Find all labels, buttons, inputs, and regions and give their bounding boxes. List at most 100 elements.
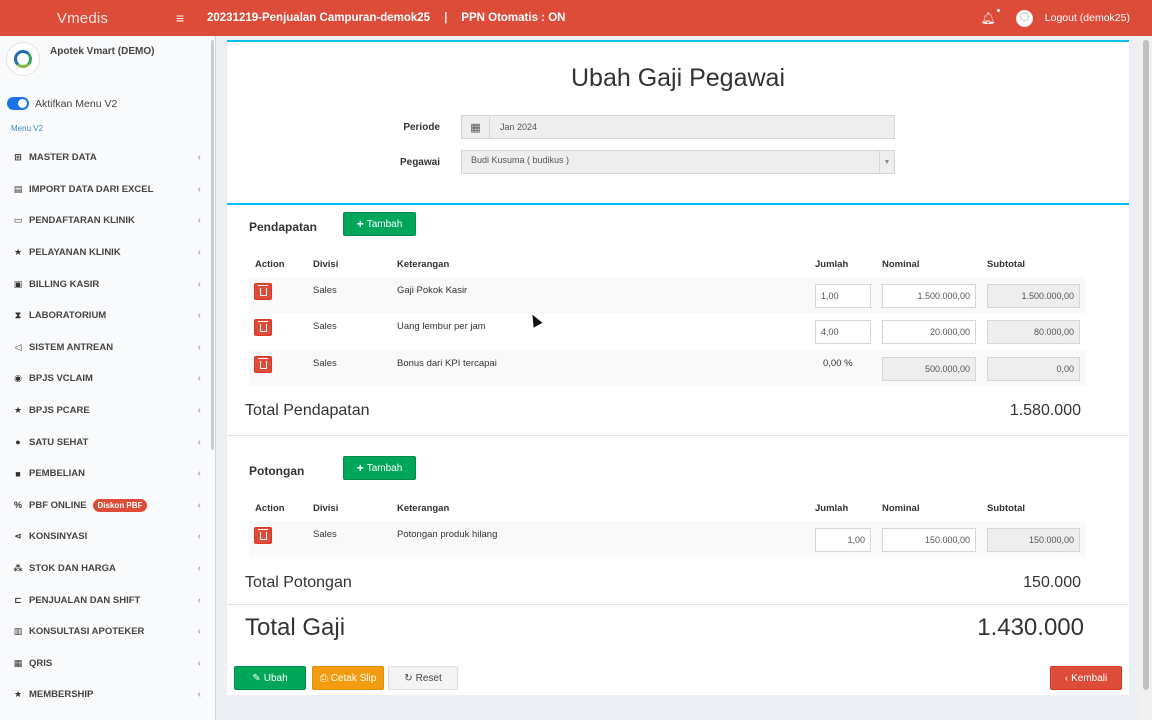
sidebar-item-pendaftaran-klinik[interactable]: ▭ PENDAFTARAN KLINIK ‹ <box>0 205 214 237</box>
periode-input[interactable]: ▦ Jan 2024 <box>461 115 895 139</box>
user-panel: Apotek Vmart (DEMO) <box>6 42 206 82</box>
jumlah-input[interactable]: 1,00 <box>815 284 871 308</box>
sidebar-item-qris[interactable]: ▦ QRIS ‹ <box>0 648 214 680</box>
total-potongan-label: Total Potongan <box>245 574 352 591</box>
sidebar-item-membership[interactable]: ★ MEMBERSHIP ‹ <box>0 679 214 711</box>
ubah-button[interactable]: ✎ Ubah <box>234 666 306 690</box>
sidebar-item-pembelian[interactable]: ■ PEMBELIAN ‹ <box>0 458 214 490</box>
chevron-left-icon: ‹ <box>197 689 201 701</box>
delete-button[interactable] <box>254 527 272 544</box>
subtotal-field: 1.500.000,00 <box>987 284 1080 308</box>
sidebar-item-label: QRIS <box>29 657 53 669</box>
sidebar-item-pbf-online[interactable]: % PBF ONLINE Diskon PBF ‹ <box>0 490 214 522</box>
refresh-icon: ↻ <box>404 672 413 684</box>
nominal-input[interactable]: 20.000,00 <box>882 320 976 344</box>
pegawai-select[interactable]: Budi Kusuma ( budikus ) ▼ <box>461 150 895 174</box>
sidebar-item-master-data[interactable]: ⊞ MASTER DATA ‹ <box>0 142 214 174</box>
percent-icon: % <box>13 500 22 511</box>
sidebar-item-bpjs-vclaim[interactable]: ◉ BPJS VCLAIM ‹ <box>0 363 214 395</box>
sidebar-item-bpjs-pcare[interactable]: ★ BPJS PCARE ‹ <box>0 395 214 427</box>
transaction-title: 20231219-Penjualan Campuran-demok25 | PPN … <box>207 12 565 24</box>
jumlah-input[interactable]: 1,00 <box>815 528 871 552</box>
sidebar-item-satu-sehat[interactable]: ● SATU SEHAT ‹ <box>0 426 214 458</box>
discount-badge: Diskon PBF <box>92 498 148 512</box>
avatar[interactable] <box>1015 9 1033 27</box>
store-name: Apotek Vmart (DEMO) <box>50 46 155 57</box>
delete-button[interactable] <box>254 283 272 300</box>
add-potongan-button[interactable]: + Tambah <box>343 456 416 480</box>
sidebar-item-label: PEMBELIAN <box>29 468 85 480</box>
col-nominal: Nominal <box>882 259 920 270</box>
periode-value: Jan 2024 <box>500 122 538 132</box>
pegawai-label: Pegawai <box>399 157 440 168</box>
plus-square-icon: ⊞ <box>14 152 22 163</box>
jumlah-input[interactable]: 4,00 <box>815 320 871 344</box>
total-potongan-row: Total Potongan 150.000 <box>245 574 1081 592</box>
chevron-left-icon: ‹ <box>197 373 201 385</box>
trash-icon <box>257 357 268 369</box>
nominal-input[interactable]: 1.500.000,00 <box>882 284 976 308</box>
delete-button[interactable] <box>254 319 272 336</box>
page-scrollbar[interactable] <box>1140 36 1152 720</box>
chevron-left-icon: ‹ <box>197 594 201 606</box>
file-excel-icon: ▤ <box>13 183 23 194</box>
col-jumlah: Jumlah <box>815 503 849 514</box>
chevron-left-icon: ‹ <box>197 152 201 164</box>
pegawai-row: Pegawai Budi Kusuma ( budikus ) ▼ <box>227 150 1129 176</box>
col-jumlah: Jumlah <box>815 259 849 270</box>
desktop-icon: ▭ <box>13 215 23 226</box>
logout-link[interactable]: Logout (demok25) <box>1045 12 1130 24</box>
cetak-slip-button[interactable]: ⎙ Cetak Slip <box>312 666 384 690</box>
kembali-button[interactable]: ‹ Kembali <box>1050 666 1122 690</box>
table-row: Sales Gaji Pokok Kasir 1,00 1.500.000,00… <box>249 277 1086 313</box>
star-icon: ★ <box>13 405 23 416</box>
caret-down-icon[interactable]: ▼ <box>879 151 894 173</box>
section-divider <box>227 604 1129 605</box>
sidebar-item-billing-kasir[interactable]: ▣ BILLING KASIR ‹ <box>0 268 214 300</box>
calendar-icon: ▦ <box>462 116 490 138</box>
sidebar-item-label: PENDAFTARAN KLINIK <box>29 215 135 227</box>
scrollbar-thumb[interactable] <box>1143 40 1149 690</box>
sidebar-item-pelayanan-klinik[interactable]: ★ PELAYANAN KLINIK ‹ <box>0 237 214 269</box>
print-icon: ⎙ <box>319 672 328 684</box>
nominal-input[interactable]: 150.000,00 <box>882 528 976 552</box>
sidebar-item-stok-harga[interactable]: ⁂ STOK DAN HARGA ‹ <box>0 553 214 585</box>
sidebar-item-sistem-antrean[interactable]: ◁ SISTEM ANTREAN ‹ <box>0 332 214 364</box>
chevron-left-icon: ‹ <box>197 436 201 448</box>
col-divisi: Divisi <box>313 259 339 270</box>
sidebar-item-label: SISTEM ANTREAN <box>29 341 114 353</box>
table-row: Sales Bonus dari KPI tercapai 0,00 % 500… <box>249 350 1086 386</box>
sidebar-item-konsinyasi[interactable]: ⋖ KONSINYASI ‹ <box>0 521 214 553</box>
pharmacy-logo <box>6 42 40 76</box>
hamburger-icon[interactable]: ≡ <box>165 10 195 26</box>
bell-icon[interactable]: 🔔︎ <box>981 9 1001 25</box>
edit-icon: ✎ <box>252 672 261 684</box>
qrcode-icon: ▦ <box>13 657 23 668</box>
sidebar-item-laboratorium[interactable]: ⧗ LABORATORIUM ‹ <box>0 300 214 332</box>
sidebar-item-import-excel[interactable]: ▤ IMPORT DATA DARI EXCEL ‹ <box>0 174 214 206</box>
globe-icon: ◉ <box>14 373 22 384</box>
col-action: Action <box>255 503 285 514</box>
add-pendapatan-button[interactable]: + Tambah <box>343 212 416 236</box>
subtotal-field: 150.000,00 <box>987 528 1080 552</box>
chevron-left-icon: ‹ <box>197 657 201 669</box>
chevron-left-icon: ‹ <box>197 531 201 543</box>
sidebar-item-konsultasi-apoteker[interactable]: ▥ KONSULTASI APOTEKER ‹ <box>0 616 214 648</box>
table-row: Sales Potongan produk hilang 1,00 150.00… <box>249 521 1086 557</box>
plus-icon: + <box>356 217 364 231</box>
brand-logo[interactable]: Vmedis <box>0 10 165 27</box>
reset-button[interactable]: ↻ Reset <box>388 666 458 690</box>
cubes-icon: ⁂ <box>13 563 23 574</box>
row-keterangan: Potongan produk hilang <box>397 529 498 540</box>
toggle-label: Aktifkan Menu V2 <box>35 97 118 110</box>
sidebar-item-penjualan-shift[interactable]: ⊏ PENJUALAN DAN SHIFT ‹ <box>0 584 214 616</box>
table-row: Sales Uang lembur per jam 4,00 20.000,00… <box>249 313 1086 349</box>
top-navbar: Vmedis ≡ 20231219-Penjualan Campuran-dem… <box>0 0 1152 36</box>
menu-v2-toggle[interactable] <box>7 97 29 110</box>
chevron-left-icon: ‹ <box>197 468 201 480</box>
sidebar-item-label: MEMBERSHIP <box>29 689 94 701</box>
delete-button[interactable] <box>254 356 272 373</box>
potongan-title: Potongan <box>249 464 305 478</box>
periode-row: Periode ▦ Jan 2024 <box>227 115 1129 141</box>
menu-v2-toggle-row: Aktifkan Menu V2 <box>7 97 117 110</box>
